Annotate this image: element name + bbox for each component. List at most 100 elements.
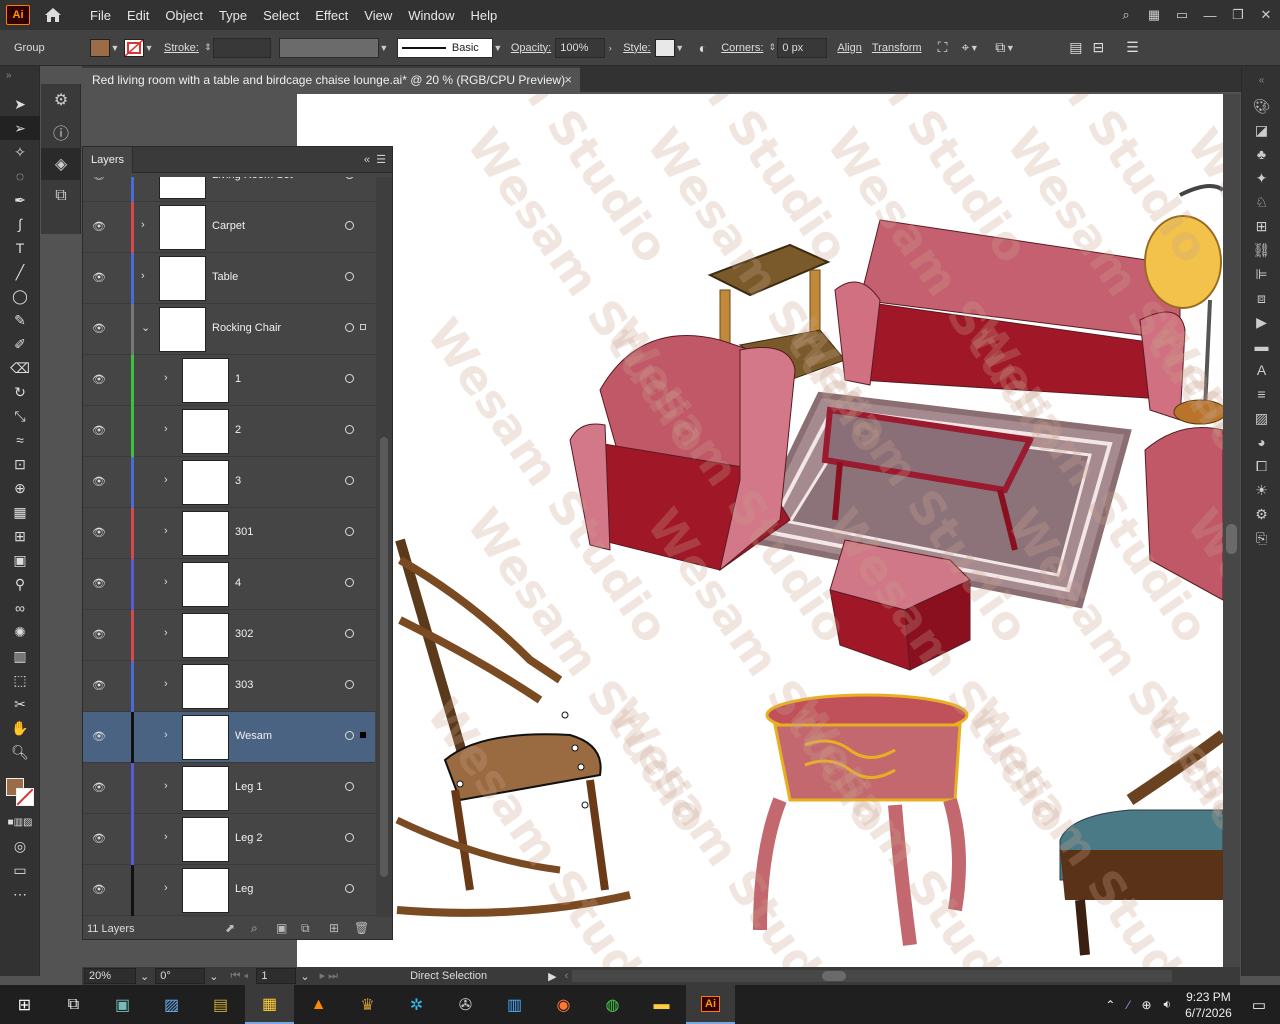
illustrator-taskbar-icon[interactable]: Ai [686,985,735,1024]
color-icon[interactable]: 🎨︎ [1242,94,1280,118]
target-circle-icon[interactable] [345,374,354,383]
layer-row[interactable]: 👁︎ › Leg 2 [83,814,375,865]
more-tools-icon[interactable]: ⋯ [0,882,40,906]
visibility-eye-icon[interactable]: 👁︎ [91,883,107,897]
character-icon[interactable]: A [1242,358,1280,382]
visibility-eye-icon[interactable]: 👁︎ [91,526,107,540]
corners-input[interactable]: 0 px [777,37,828,58]
visibility-eye-icon[interactable]: 👁︎ [91,373,107,387]
chevron-right-icon[interactable]: › [141,270,151,282]
task-view-icon[interactable]: ⧉ [49,985,98,1024]
slice-tool-icon[interactable]: ✂ [0,692,40,716]
curvature-tool-icon[interactable]: ∫ [0,212,40,236]
stroke-swatch[interactable] [124,38,144,57]
layer-name[interactable]: Leg 2 [235,832,263,844]
layer-row[interactable]: 👁︎ › 303 [83,661,375,712]
symbol-sprayer-tool-icon[interactable]: ✺ [0,620,40,644]
chevron-right-icon[interactable]: › [164,831,174,843]
game-app-icon[interactable]: ♛ [343,985,392,1024]
layers-tab[interactable]: Layers [83,146,134,173]
target-circle-icon[interactable] [345,782,354,791]
layer-row[interactable]: 👁︎ › 4 [83,559,375,610]
recolor-icon[interactable]: ◐ [699,40,707,56]
visibility-eye-icon[interactable]: 👁︎ [91,322,107,336]
gradient-icon[interactable]: ▨ [1242,406,1280,430]
chevron-down-icon[interactable]: ▼ [379,43,389,53]
rotation-field[interactable]: 0° [155,968,206,984]
gradient-tool-icon[interactable]: ▣ [0,548,40,572]
menu-select[interactable]: Select [255,8,307,23]
chevron-right-icon[interactable]: › [164,525,174,537]
chevron-right-icon[interactable]: › [164,627,174,639]
draw-mode-icon[interactable]: ◎ [0,834,40,858]
close-tab-icon[interactable]: × [564,72,572,87]
target-circle-icon[interactable] [345,731,354,740]
layer-row[interactable]: 👁︎ › 2 [83,406,375,457]
chevron-down-icon[interactable]: ▼ [675,43,685,53]
asset-export-icon[interactable]: ⎘ [1242,526,1280,550]
layer-name[interactable]: 1 [235,373,241,385]
target-circle-icon[interactable] [345,323,354,332]
volume-icon[interactable]: 🔉︎ [1164,997,1172,1012]
network-app-icon[interactable]: ✲ [392,985,441,1024]
menu-help[interactable]: Help [462,8,505,23]
brush-definition[interactable]: Basic [396,37,493,58]
zoom-tool-icon[interactable]: 🔍︎ [0,740,40,764]
new-layer-icon[interactable]: ⊞ [329,921,339,935]
envelope-icon[interactable]: ⧉ [995,39,1005,56]
lasso-tool-icon[interactable]: ◌ [0,164,40,188]
workspace-icon[interactable]: ▦ [1140,7,1168,23]
direct-selection-tool-icon[interactable]: ➢ [0,116,40,140]
pen-tray-icon[interactable]: ⁄ [1127,998,1129,1012]
visibility-eye-icon[interactable]: 👁︎ [91,271,107,285]
target-circle-icon[interactable] [345,680,354,689]
chevron-down-icon[interactable]: ▼ [144,43,154,53]
screen-mode-icon[interactable]: ▭ [0,858,40,882]
next-artboard-icon[interactable]: ▸ ⏭ [320,969,338,983]
layer-row[interactable]: 👁︎ › Wesam [83,712,375,763]
layer-row[interactable]: 👁︎ › 1 [83,355,375,406]
search-icon[interactable]: ⌕ [1112,7,1140,23]
layer-row[interactable]: 👁︎ › Living Room Set [83,177,375,202]
layer-row[interactable]: 👁︎ › Carpet [83,202,375,253]
pathfinder-icon[interactable]: ⧈ [1242,286,1280,310]
canvas-vertical-scrollbar[interactable] [1223,94,1240,967]
align-icon[interactable]: ⊫ [1242,262,1280,286]
visibility-eye-icon[interactable]: 👁︎ [91,424,107,438]
free-transform-tool-icon[interactable]: ⊡ [0,452,40,476]
visibility-eye-icon[interactable]: 👁︎ [91,730,107,744]
menu-edit[interactable]: Edit [119,8,157,23]
layer-row[interactable]: 👁︎ › 3 [83,457,375,508]
column-graph-tool-icon[interactable]: ▥ [0,644,40,668]
layer-name[interactable]: 302 [235,628,253,640]
visibility-eye-icon[interactable]: 👁︎ [91,220,107,234]
layer-row[interactable]: 👁︎ › 302 [83,610,375,661]
scale-tool-icon[interactable]: ⤡ [0,404,40,428]
warp-tool-icon[interactable]: ≈ [0,428,40,452]
target-circle-icon[interactable] [345,272,354,281]
chevron-right-icon[interactable]: › [164,372,174,384]
collapse-icon[interactable]: » [0,66,39,92]
layer-name[interactable]: Carpet [212,220,245,232]
layer-name[interactable]: Leg 1 [235,781,263,793]
arrange-icon[interactable]: ▭ [1168,7,1196,23]
menu-window[interactable]: Window [400,8,462,23]
corners-label[interactable]: Corners: [721,42,763,54]
layer-row[interactable]: 👁︎ ⌄ Rocking Chair [83,304,375,355]
export-icon[interactable]: ⬈ [225,921,235,935]
chevron-right-icon[interactable]: › [605,43,615,53]
home-icon[interactable] [42,5,64,25]
stepper-icon[interactable]: ⇕ [203,42,213,53]
target-circle-icon[interactable] [345,527,354,536]
target-circle-icon[interactable] [345,833,354,842]
layer-name[interactable]: Rocking Chair [212,322,281,334]
visibility-eye-icon[interactable]: 👁︎ [91,832,107,846]
layer-row[interactable]: 👁︎ › 301 [83,508,375,559]
menu-view[interactable]: View [356,8,400,23]
fill-swatch[interactable] [90,38,110,57]
stroke-weight-input[interactable] [212,37,271,58]
network-icon[interactable]: ⊕ [1141,998,1151,1012]
fill-stroke-control[interactable] [0,764,39,810]
chevron-down-icon[interactable]: ▼ [110,43,120,53]
chevron-down-icon[interactable]: ▼ [493,43,503,53]
